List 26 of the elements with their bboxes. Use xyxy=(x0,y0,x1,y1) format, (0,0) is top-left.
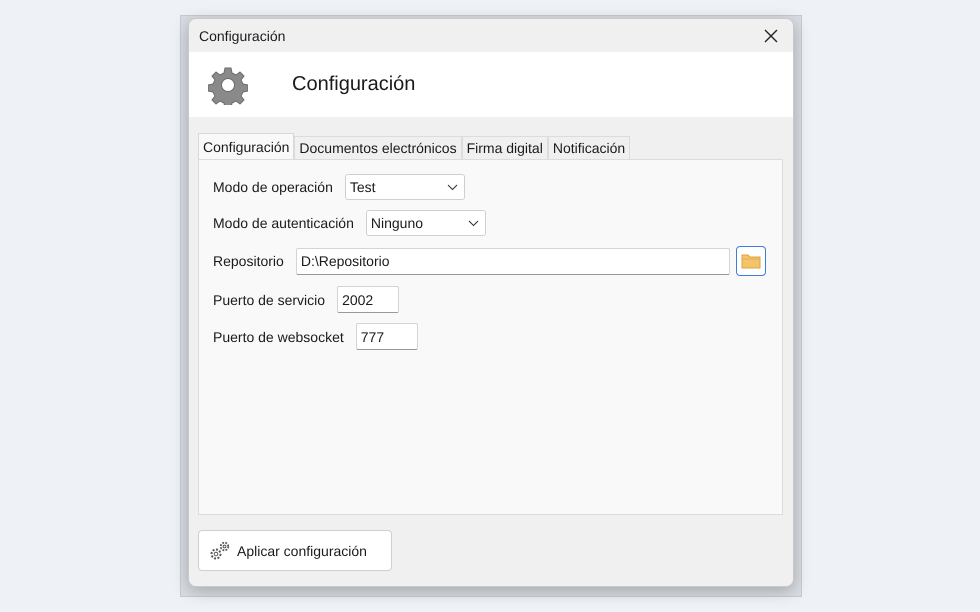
tab[interactable]: Notificación xyxy=(548,136,630,159)
dropdown[interactable]: Test xyxy=(344,174,465,200)
chevron-down-icon xyxy=(468,220,479,226)
tab[interactable]: Documentos electrónicos xyxy=(294,136,462,159)
browse-button[interactable] xyxy=(736,246,766,276)
tab[interactable]: Firma digital xyxy=(462,136,548,159)
field-label: Puerto de websocket xyxy=(213,328,344,344)
header-title: Configuración xyxy=(292,73,416,96)
field-label: Puerto de servicio xyxy=(213,292,326,308)
close-icon[interactable] xyxy=(764,28,778,43)
field-label: Modo de autenticación xyxy=(213,215,354,231)
dropdown[interactable]: Ninguno xyxy=(366,210,486,236)
chevron-down-icon xyxy=(446,184,458,190)
tab[interactable]: Configuración xyxy=(198,133,294,159)
input-field[interactable]: 777 xyxy=(356,323,418,350)
window-title: Configuración xyxy=(199,28,286,44)
input-field[interactable]: D:\Repositorio xyxy=(296,248,730,274)
apply-button[interactable]: Aplicar configuración xyxy=(198,530,392,571)
gears-icon xyxy=(209,540,231,560)
gear-icon xyxy=(208,64,248,105)
folder-icon xyxy=(741,253,761,269)
field-label: Modo de operación xyxy=(213,179,333,195)
dropdown-value: Ninguno xyxy=(370,215,424,231)
field-label: Repositorio xyxy=(213,253,284,269)
dropdown-value: Test xyxy=(350,179,376,195)
input-field[interactable]: 2002 xyxy=(337,286,400,313)
